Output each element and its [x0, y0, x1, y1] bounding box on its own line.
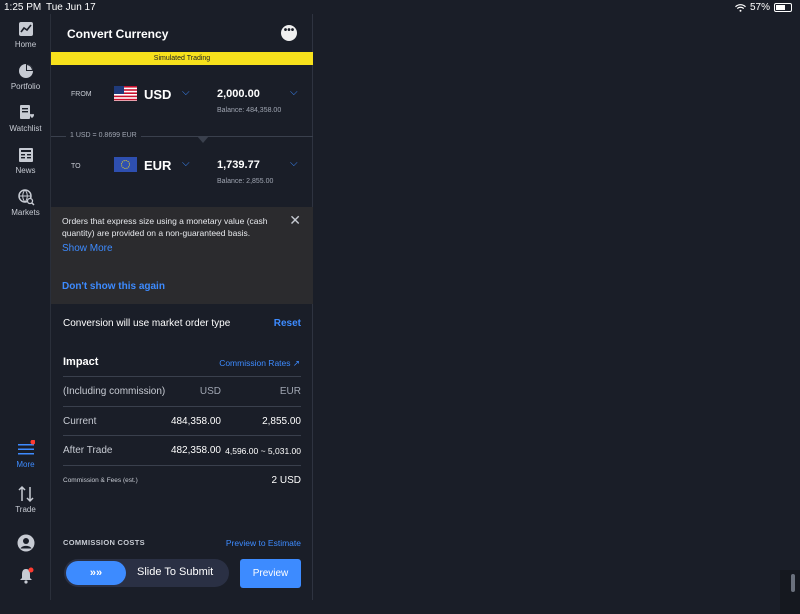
- from-currency-row: FROM USD ⌵ 2,000.00 ⌵ Balance: 484,358.0…: [51, 65, 313, 125]
- to-amount-chevron-down-icon[interactable]: ⌵: [290, 158, 298, 169]
- from-label: FROM: [71, 91, 92, 98]
- battery-percent: 57%: [749, 2, 770, 13]
- convert-currency-panel: Convert Currency ••• Simulated Trading F…: [51, 14, 313, 600]
- commission-costs-label: COMMISSION COSTS: [63, 538, 145, 547]
- to-balance: Balance: 2,855.00: [217, 178, 274, 185]
- from-balance: Balance: 484,358.00: [217, 107, 282, 114]
- table-row: Current 484,358.00 2,855.00: [63, 405, 301, 436]
- slide-to-submit-slider[interactable]: »» Slide To Submit: [64, 559, 229, 587]
- user-avatar-icon: [17, 534, 34, 552]
- close-icon[interactable]: ✕: [289, 212, 301, 229]
- sidebar-item-label: Markets: [11, 208, 40, 217]
- to-amount[interactable]: 1,739.77: [217, 159, 260, 171]
- table-cell: 482,358.00: [170, 445, 221, 456]
- resize-handle-area: [780, 570, 800, 614]
- conversion-type-row: Conversion will use market order type Re…: [51, 304, 313, 340]
- us-flag-icon: [114, 86, 137, 101]
- table-cell: Commission & Fees (est.): [63, 476, 138, 484]
- reset-button[interactable]: Reset: [274, 318, 301, 329]
- show-more-link[interactable]: Show More: [62, 243, 113, 254]
- to-currency-row: TO EUR ⌵ 1,739.77 ⌵ Balance: 2,855.00: [51, 137, 313, 197]
- preview-button[interactable]: Preview: [240, 559, 301, 588]
- news-icon: [18, 148, 33, 162]
- from-currency-code[interactable]: USD: [144, 87, 171, 102]
- sidebar-item-label: Portfolio: [10, 82, 41, 91]
- status-date: Tue Jun 17: [46, 2, 96, 13]
- table-cell: USD: [199, 386, 221, 397]
- dont-show-again-link[interactable]: Don't show this again: [62, 281, 165, 292]
- sidebar-item-news[interactable]: News: [0, 146, 51, 175]
- eu-flag-icon: [114, 157, 137, 172]
- status-bar: 1:25 PM Tue Jun 17 57%: [0, 0, 800, 14]
- table-row: Commission & Fees (est.) 2 USD: [63, 464, 301, 495]
- more-options-button[interactable]: •••: [281, 25, 297, 41]
- sidebar-item-home[interactable]: Home: [0, 20, 51, 49]
- resize-handle[interactable]: [791, 574, 795, 592]
- table-cell: EUR: [279, 386, 301, 397]
- table-cell: Current: [63, 415, 97, 427]
- impact-title: Impact: [63, 356, 99, 368]
- preview-to-estimate-link[interactable]: Preview to Estimate: [226, 538, 301, 548]
- sidebar-item-label: News: [15, 166, 36, 175]
- table-cell: 484,358.00: [170, 415, 221, 427]
- sidebar-item-portfolio[interactable]: Portfolio: [0, 62, 51, 91]
- from-amount[interactable]: 2,000.00: [217, 88, 260, 100]
- from-amount-chevron-down-icon[interactable]: ⌵: [290, 87, 298, 98]
- status-right: 57%: [735, 2, 792, 13]
- from-currency-chevron-down-icon[interactable]: ⌵: [182, 87, 190, 98]
- sidebar-item-notifications[interactable]: [0, 567, 51, 587]
- sidebar-item-label: Watchlist: [9, 124, 42, 133]
- menu-icon: [17, 440, 35, 455]
- trade-arrows-icon: [17, 485, 34, 503]
- sidebar-item-more[interactable]: More: [0, 440, 51, 469]
- page-title: Convert Currency: [67, 27, 169, 41]
- notice-message: Orders that express size using a monetar…: [62, 216, 268, 238]
- sidebar-item-label: Trade: [15, 505, 36, 514]
- globe-search-icon: [17, 189, 35, 206]
- sidebar-item-label: Home: [14, 40, 37, 49]
- bell-icon: [19, 567, 33, 584]
- table-cell: After Trade: [63, 445, 113, 456]
- home-chart-icon: [18, 22, 33, 36]
- table-cell: (Including commission): [63, 386, 166, 397]
- sidebar-item-markets[interactable]: Markets: [0, 188, 51, 217]
- sidebar-item-label: More: [16, 460, 35, 469]
- table-cell: 4,596.00 ~ 5,031.00: [225, 446, 301, 456]
- to-currency-code[interactable]: EUR: [144, 158, 171, 173]
- to-currency-chevron-down-icon[interactable]: ⌵: [182, 158, 190, 169]
- sidebar-item-account[interactable]: [0, 534, 51, 554]
- sidebar-item-watchlist[interactable]: Watchlist: [0, 104, 51, 133]
- notification-dot: [30, 440, 35, 445]
- to-label: TO: [71, 163, 81, 170]
- sidebar-item-trade[interactable]: Trade: [0, 485, 51, 514]
- simulated-trading-banner: Simulated Trading: [51, 52, 313, 65]
- conversion-type-text: Conversion will use market order type: [63, 318, 231, 329]
- pie-chart-icon: [18, 64, 33, 78]
- table-row: (Including commission) USD EUR: [63, 376, 301, 406]
- battery-icon: [774, 3, 792, 12]
- non-guaranteed-notice: Orders that express size using a monetar…: [51, 207, 313, 304]
- status-time: 1:25 PM: [4, 2, 42, 13]
- impact-table: (Including commission) USD EUR Current 4…: [63, 376, 301, 494]
- main-content-area: [314, 14, 800, 614]
- panel-header: Convert Currency •••: [51, 14, 313, 52]
- commission-rates-link[interactable]: Commission Rates ↗: [219, 358, 300, 369]
- wifi-icon: [735, 3, 746, 12]
- slider-label: Slide To Submit: [137, 566, 214, 578]
- sidebar: Home Portfolio Watchlist News Markets Mo…: [0, 14, 51, 600]
- table-cell: 2 USD: [271, 474, 301, 486]
- watchlist-icon: [19, 105, 34, 119]
- slider-knob[interactable]: »»: [66, 561, 126, 585]
- table-row: After Trade 482,358.00 4,596.00 ~ 5,031.…: [63, 435, 301, 465]
- table-cell: 2,855.00: [262, 415, 301, 427]
